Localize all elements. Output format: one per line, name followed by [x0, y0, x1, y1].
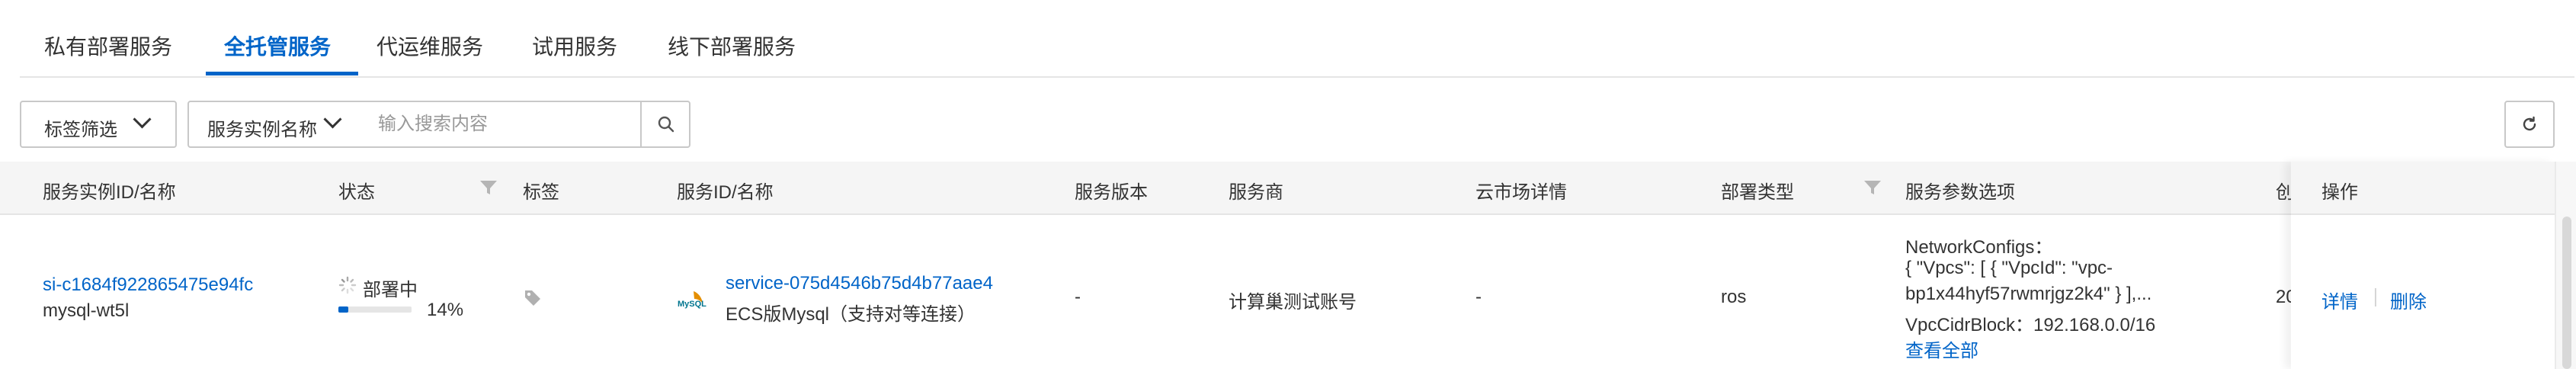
col-header-actions: 操作 — [2321, 182, 2358, 203]
refresh-button[interactable] — [2504, 101, 2555, 148]
service-tabs: 私有部署服务 全托管服务 代运维服务 试用服务 线下部署服务 — [20, 0, 2574, 78]
search-field-label: 服务实例名称 — [207, 120, 317, 140]
deploy-type: ros — [1721, 287, 1747, 307]
params-view-all-link[interactable]: 查看全部 — [1905, 335, 1978, 362]
col-header-service: 服务ID/名称 — [677, 182, 774, 203]
chevron-down-icon — [133, 110, 152, 129]
search-icon — [658, 116, 674, 133]
tab-trial[interactable]: 试用服务 — [532, 30, 617, 61]
col-header-provider: 服务商 — [1229, 182, 1283, 203]
search-input[interactable] — [358, 101, 640, 148]
filter-icon[interactable] — [1863, 178, 1882, 197]
filter-icon[interactable] — [479, 178, 498, 197]
col-header-market: 云市场详情 — [1475, 182, 1567, 203]
scrollbar-thumb[interactable] — [2562, 217, 2571, 369]
col-header-tags: 标签 — [523, 182, 559, 203]
col-header-deploy-type: 部署类型 — [1721, 182, 1794, 203]
spinner-icon — [338, 276, 357, 294]
tag-filter-label: 标签筛选 — [44, 120, 117, 140]
progress-track — [338, 306, 412, 313]
delete-link[interactable]: 删除 — [2390, 287, 2427, 313]
params-line: bp1x44hyf57rwmrjgz2k4" } ],... — [1905, 284, 2152, 304]
service-version: - — [1075, 287, 1081, 307]
status-text: 部署中 — [363, 280, 418, 300]
tag-icon[interactable] — [523, 288, 543, 308]
col-header-instance: 服务实例ID/名称 — [43, 182, 176, 203]
progress-fill — [338, 306, 349, 313]
search-field-select[interactable]: 服务实例名称 — [187, 101, 360, 148]
action-divider — [2375, 288, 2376, 306]
col-header-status: 状态 — [338, 182, 375, 203]
actions-column: 操作 详情 删除 — [2291, 162, 2555, 369]
tab-managed-ops[interactable]: 代运维服务 — [376, 30, 483, 61]
tab-offline-deploy[interactable]: 线下部署服务 — [668, 30, 796, 61]
tab-private-deploy[interactable]: 私有部署服务 — [44, 30, 172, 61]
tab-fully-managed[interactable]: 全托管服务 — [224, 30, 331, 61]
mysql-logo: MySQL — [677, 288, 707, 311]
actions-header-cell: 操作 — [2291, 162, 2555, 215]
params-line: { "Vpcs": [ { "VpcId": "vpc- — [1905, 258, 2113, 278]
service-provider: 计算巢测试账号 — [1229, 292, 1357, 313]
service-id-link[interactable]: service-075d4546b75d4b77aae4 — [726, 273, 993, 294]
table-row: si-c1684f922865475e94fc mysql-wt5l 部署中 1… — [0, 213, 2555, 369]
instance-name: mysql-wt5l — [43, 300, 130, 321]
vertical-scrollbar[interactable] — [2555, 162, 2576, 369]
service-name: ECS版Mysql（支持对等连接） — [726, 304, 976, 325]
market-detail: - — [1475, 287, 1482, 307]
refresh-icon — [2523, 116, 2536, 131]
chevron-down-icon — [323, 110, 342, 129]
tag-filter-dropdown[interactable]: 标签筛选 — [20, 101, 177, 148]
params-line: VpcCidrBlock：192.168.0.0/16 — [1905, 315, 2156, 335]
detail-link[interactable]: 详情 — [2321, 287, 2358, 313]
col-header-params: 服务参数选项 — [1905, 182, 2015, 203]
params-line: NetworkConfigs： — [1905, 237, 2053, 258]
active-tab-indicator — [206, 72, 358, 75]
table-header: 服务实例ID/名称 状态 标签 服务ID/名称 服务版本 服务商 云市场详情 部… — [0, 162, 2555, 215]
instance-id-link[interactable]: si-c1684f922865475e94fc — [43, 274, 253, 296]
col-header-version: 服务版本 — [1075, 182, 1148, 203]
search-button[interactable] — [640, 101, 690, 148]
mysql-logo-text: MySQL — [678, 300, 706, 309]
progress-text: 14% — [427, 300, 464, 320]
